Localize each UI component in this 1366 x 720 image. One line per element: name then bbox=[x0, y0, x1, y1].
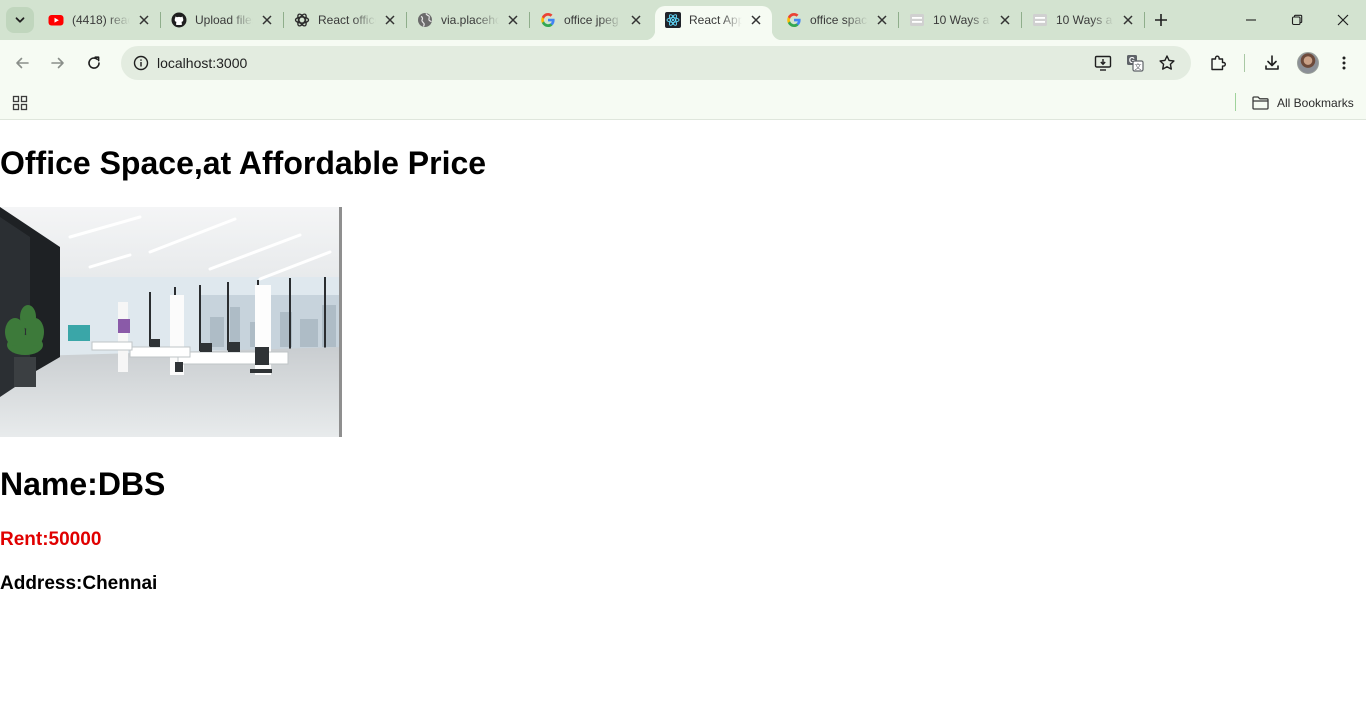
new-tab-button[interactable] bbox=[1150, 9, 1172, 31]
close-tab-icon[interactable] bbox=[997, 12, 1013, 28]
toolbar-divider bbox=[1244, 54, 1245, 72]
close-tab-icon[interactable] bbox=[505, 12, 521, 28]
close-tab-icon[interactable] bbox=[259, 12, 275, 28]
reload-icon bbox=[88, 56, 100, 69]
bookmarks-divider bbox=[1235, 93, 1236, 111]
tab-google-office-jpeg[interactable]: office jpeg bbox=[530, 7, 652, 33]
close-window-button[interactable] bbox=[1320, 0, 1366, 40]
more-vertical-icon bbox=[1342, 56, 1346, 70]
arrow-left-icon bbox=[16, 57, 29, 69]
close-tab-icon[interactable] bbox=[136, 12, 152, 28]
google-icon bbox=[540, 12, 556, 28]
google-icon bbox=[786, 12, 802, 28]
tab-10-ways-2[interactable]: 10 Ways a bbox=[1022, 7, 1144, 33]
tab-placeholder[interactable]: via.placeholder bbox=[407, 7, 529, 33]
tab-chatgpt[interactable]: React office bbox=[284, 7, 406, 33]
office-address: Address:Chennai bbox=[0, 573, 158, 594]
restore-button[interactable] bbox=[1274, 0, 1320, 40]
page-title: Office Space,at Affordable Price bbox=[0, 145, 487, 181]
site-info-icon[interactable] bbox=[129, 51, 153, 75]
bookmark-star-icon[interactable] bbox=[1155, 51, 1179, 75]
tab-search-button[interactable] bbox=[6, 7, 34, 33]
github-icon bbox=[171, 12, 187, 28]
minimize-button[interactable] bbox=[1228, 0, 1274, 40]
url-text[interactable]: localhost:3000 bbox=[157, 55, 247, 71]
back-button[interactable] bbox=[8, 49, 36, 77]
folder-icon bbox=[1252, 96, 1269, 110]
browser-menu-button[interactable] bbox=[1330, 49, 1358, 77]
restore-icon bbox=[1291, 14, 1303, 26]
download-icon bbox=[1265, 55, 1279, 70]
browser-toolbar: localhost:3000 G文 bbox=[0, 40, 1366, 86]
tab-separator bbox=[1144, 12, 1145, 28]
profile-avatar[interactable] bbox=[1297, 52, 1319, 74]
forward-button[interactable] bbox=[44, 49, 72, 77]
office-rent: Rent:50000 bbox=[0, 529, 102, 550]
globe-icon bbox=[417, 12, 433, 28]
translate-icon[interactable]: G文 bbox=[1123, 51, 1147, 75]
youtube-icon bbox=[48, 12, 64, 28]
tab-title: (4418) react bbox=[72, 13, 130, 27]
apps-grid-icon bbox=[12, 95, 28, 111]
chevron-down-icon bbox=[15, 17, 25, 23]
tab-title: office jpeg bbox=[564, 13, 619, 27]
plus-icon bbox=[1155, 14, 1167, 26]
address-bar[interactable]: localhost:3000 G文 bbox=[121, 46, 1191, 80]
close-tab-icon[interactable] bbox=[628, 12, 644, 28]
minimize-icon bbox=[1246, 19, 1256, 21]
document-icon bbox=[909, 12, 925, 28]
arrow-right-icon bbox=[51, 57, 64, 69]
tab-title: React App bbox=[689, 13, 742, 27]
install-app-icon[interactable] bbox=[1091, 51, 1115, 75]
tab-strip: (4418) react Upload files React office v… bbox=[0, 0, 1366, 40]
tab-github[interactable]: Upload files bbox=[161, 7, 283, 33]
tab-google-office-space[interactable]: office space bbox=[776, 7, 898, 33]
tab-youtube[interactable]: (4418) react bbox=[38, 7, 160, 33]
document-icon bbox=[1032, 12, 1048, 28]
close-tab-icon[interactable] bbox=[382, 12, 398, 28]
react-icon bbox=[665, 12, 681, 28]
close-tab-icon[interactable] bbox=[1120, 12, 1136, 28]
close-tab-icon[interactable] bbox=[748, 12, 764, 28]
downloads-button[interactable] bbox=[1258, 49, 1286, 77]
bookmarks-bar: All Bookmarks bbox=[0, 86, 1366, 120]
tab-react-app[interactable]: React App bbox=[645, 6, 782, 40]
apps-button[interactable] bbox=[10, 93, 30, 113]
puzzle-icon bbox=[1211, 55, 1226, 71]
tab-10-ways-1[interactable]: 10 Ways a bbox=[899, 7, 1021, 33]
all-bookmarks-label: All Bookmarks bbox=[1277, 96, 1354, 110]
office-photo bbox=[0, 207, 342, 437]
reload-button[interactable] bbox=[80, 49, 108, 77]
tab-title: 10 Ways a bbox=[1056, 13, 1113, 27]
tab-title: React office bbox=[318, 13, 376, 27]
office-name: Name:DBS bbox=[0, 466, 166, 502]
tab-title: office space bbox=[810, 13, 868, 27]
svg-text:文: 文 bbox=[1135, 62, 1142, 71]
close-tab-icon[interactable] bbox=[874, 12, 890, 28]
page-content: Office Space,at Affordable Price Name:DB… bbox=[0, 121, 1366, 720]
close-icon bbox=[1337, 14, 1349, 26]
tab-title: Upload files bbox=[195, 13, 253, 27]
all-bookmarks-button[interactable]: All Bookmarks bbox=[1252, 92, 1354, 114]
chatgpt-icon bbox=[294, 12, 310, 28]
extensions-button[interactable] bbox=[1204, 49, 1232, 77]
tab-title: 10 Ways a bbox=[933, 13, 990, 27]
tab-title: via.placeholder bbox=[441, 13, 499, 27]
